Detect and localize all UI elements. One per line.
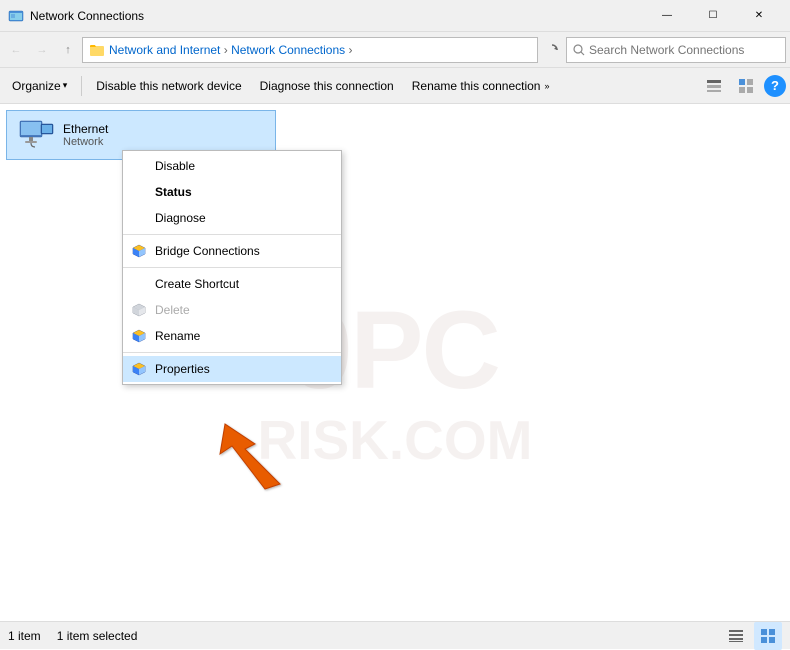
ctx-status[interactable]: Status	[123, 179, 341, 205]
ctx-properties-label: Properties	[155, 362, 210, 376]
ctx-sep-1	[123, 234, 341, 235]
refresh-icon	[545, 43, 559, 57]
toolbar: Organize ▾ Disable this network device D…	[0, 68, 790, 104]
search-input[interactable]	[589, 43, 779, 57]
watermark-line2: RISK.COM	[258, 408, 533, 472]
organize-arrow: ▾	[63, 80, 68, 91]
ctx-properties[interactable]: Properties	[123, 356, 341, 382]
ctx-diagnose-label: Diagnose	[155, 211, 206, 225]
rename-button[interactable]: Rename this connection »	[404, 72, 558, 100]
ctx-disable[interactable]: Disable	[123, 153, 341, 179]
ctx-shortcut-icon	[131, 276, 147, 292]
ctx-delete-icon	[131, 302, 147, 318]
window-icon	[8, 8, 24, 24]
toolbar-separator-1	[81, 76, 82, 96]
toolbar-right: ?	[700, 72, 786, 100]
search-icon	[573, 44, 585, 56]
up-button[interactable]: ↑	[56, 38, 80, 62]
main-content: 9PC RISK.COM Ethernet Network Disable	[0, 104, 790, 621]
item-count: 1 item	[8, 629, 41, 643]
path-item-connections[interactable]: Network Connections	[231, 43, 345, 57]
view-icons-icon	[738, 78, 754, 94]
status-view-btn-1[interactable]	[722, 622, 750, 650]
view-icons-button[interactable]	[732, 72, 760, 100]
disable-button[interactable]: Disable this network device	[88, 72, 249, 100]
status-right	[722, 622, 782, 650]
refresh-button[interactable]	[540, 38, 564, 62]
ctx-properties-icon	[131, 361, 147, 377]
window-title: Network Connections	[30, 9, 644, 23]
ctx-bridge[interactable]: Bridge Connections	[123, 238, 341, 264]
ethernet-desc: Network	[63, 136, 267, 148]
status-list-icon	[728, 628, 744, 644]
item-selected: 1 item selected	[57, 629, 138, 643]
file-info: Ethernet Network	[63, 122, 267, 148]
ctx-disable-label: Disable	[155, 159, 195, 173]
ctx-bridge-icon	[131, 243, 147, 259]
folder-icon	[89, 42, 105, 58]
context-menu: Disable Status Diagnose Bridge Connect	[122, 150, 342, 385]
ctx-sep-2	[123, 267, 341, 268]
ctx-rename-label: Rename	[155, 329, 200, 343]
ctx-rename-icon	[131, 328, 147, 344]
window-controls: — ☐ ✕	[644, 0, 782, 32]
search-box[interactable]	[566, 37, 786, 63]
view-details-icon	[706, 78, 722, 94]
ctx-diagnose-icon	[131, 210, 147, 226]
ctx-rename[interactable]: Rename	[123, 323, 341, 349]
address-path[interactable]: Network and Internet › Network Connectio…	[82, 37, 538, 63]
ctx-delete-label: Delete	[155, 303, 190, 317]
help-button[interactable]: ?	[764, 75, 786, 97]
maximize-button[interactable]: ☐	[690, 0, 736, 32]
ctx-status-label: Status	[155, 185, 192, 199]
close-button[interactable]: ✕	[736, 0, 782, 32]
ctx-shortcut-label: Create Shortcut	[155, 277, 239, 291]
organize-button[interactable]: Organize ▾	[4, 72, 75, 100]
ctx-status-icon	[131, 184, 147, 200]
address-bar: ← → ↑ Network and Internet › Network Con…	[0, 32, 790, 68]
status-bar: 1 item 1 item selected	[0, 621, 790, 649]
title-bar: Network Connections — ☐ ✕	[0, 0, 790, 32]
ctx-disable-icon	[131, 158, 147, 174]
ctx-shortcut[interactable]: Create Shortcut	[123, 271, 341, 297]
ctx-bridge-label: Bridge Connections	[155, 244, 260, 258]
ctx-delete[interactable]: Delete	[123, 297, 341, 323]
status-view-btn-2[interactable]	[754, 622, 782, 650]
minimize-button[interactable]: —	[644, 0, 690, 32]
view-details-button[interactable]	[700, 72, 728, 100]
status-grid-icon	[760, 628, 776, 644]
ctx-sep-3	[123, 352, 341, 353]
back-button[interactable]: ←	[4, 38, 28, 62]
forward-button[interactable]: →	[30, 38, 54, 62]
arrow-pointer	[200, 414, 300, 494]
rename-arrow: »	[544, 81, 549, 91]
path-breadcrumb: Network and Internet › Network Connectio…	[109, 43, 353, 57]
ctx-diagnose[interactable]: Diagnose	[123, 205, 341, 231]
ethernet-icon	[15, 119, 55, 151]
diagnose-button[interactable]: Diagnose this connection	[252, 72, 402, 100]
path-item-network[interactable]: Network and Internet	[109, 43, 220, 57]
ethernet-name: Ethernet	[63, 122, 267, 136]
